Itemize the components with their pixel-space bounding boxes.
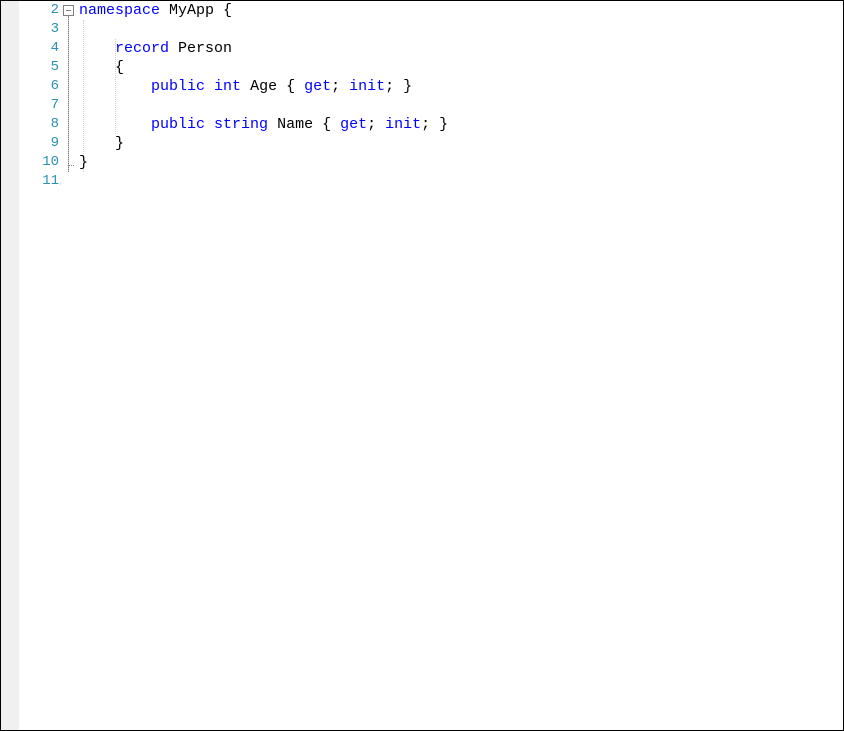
code-line[interactable]: public string Name { get; init; } <box>79 115 843 134</box>
code-token: ; } <box>385 78 412 95</box>
line-number: 7 <box>19 96 61 115</box>
code-token: } <box>79 154 88 171</box>
code-line[interactable]: record Person <box>79 39 843 58</box>
line-number: 6 <box>19 77 61 96</box>
left-margin <box>1 1 19 730</box>
code-token: { <box>115 59 124 76</box>
code-line[interactable]: } <box>79 153 843 172</box>
line-number: 4 <box>19 39 61 58</box>
code-line[interactable]: namespace MyApp { <box>79 1 843 20</box>
code-editor[interactable]: 234567891011 namespace MyApp { record Pe… <box>0 0 844 731</box>
code-token <box>205 116 214 133</box>
code-token: Person <box>178 40 232 57</box>
line-number: 3 <box>19 20 61 39</box>
code-text-area[interactable]: namespace MyApp { record Person { public… <box>79 1 843 730</box>
code-token: get <box>340 116 367 133</box>
code-token <box>169 40 178 57</box>
code-line[interactable]: } <box>79 134 843 153</box>
code-token: ; } <box>421 116 448 133</box>
code-line[interactable] <box>79 96 843 115</box>
line-number-gutter: 234567891011 <box>19 1 61 730</box>
fold-guide-line <box>68 16 69 172</box>
code-line[interactable] <box>79 20 843 39</box>
code-line[interactable] <box>79 172 843 191</box>
line-number: 10 <box>19 153 61 172</box>
code-token: ; <box>331 78 349 95</box>
line-number: 2 <box>19 1 61 20</box>
code-token: init <box>385 116 421 133</box>
code-token: namespace <box>79 2 160 19</box>
line-number: 9 <box>19 134 61 153</box>
code-line[interactable]: public int Age { get; init; } <box>79 77 843 96</box>
code-token: int <box>214 78 241 95</box>
code-token: Age { <box>241 78 304 95</box>
code-token <box>160 2 169 19</box>
fold-toggle-icon[interactable] <box>63 5 74 16</box>
fold-end-marker <box>68 165 74 166</box>
code-token: init <box>349 78 385 95</box>
code-token: MyApp { <box>169 2 232 19</box>
code-line[interactable]: { <box>79 58 843 77</box>
code-token: ; <box>367 116 385 133</box>
code-token: public <box>151 78 205 95</box>
code-token: record <box>115 40 169 57</box>
line-number: 8 <box>19 115 61 134</box>
line-number: 11 <box>19 172 61 191</box>
fold-column <box>61 1 79 730</box>
code-token: public <box>151 116 205 133</box>
code-token: Name { <box>268 116 340 133</box>
code-token: get <box>304 78 331 95</box>
code-token <box>205 78 214 95</box>
code-token: string <box>214 116 268 133</box>
code-token: } <box>115 135 124 152</box>
line-number: 5 <box>19 58 61 77</box>
